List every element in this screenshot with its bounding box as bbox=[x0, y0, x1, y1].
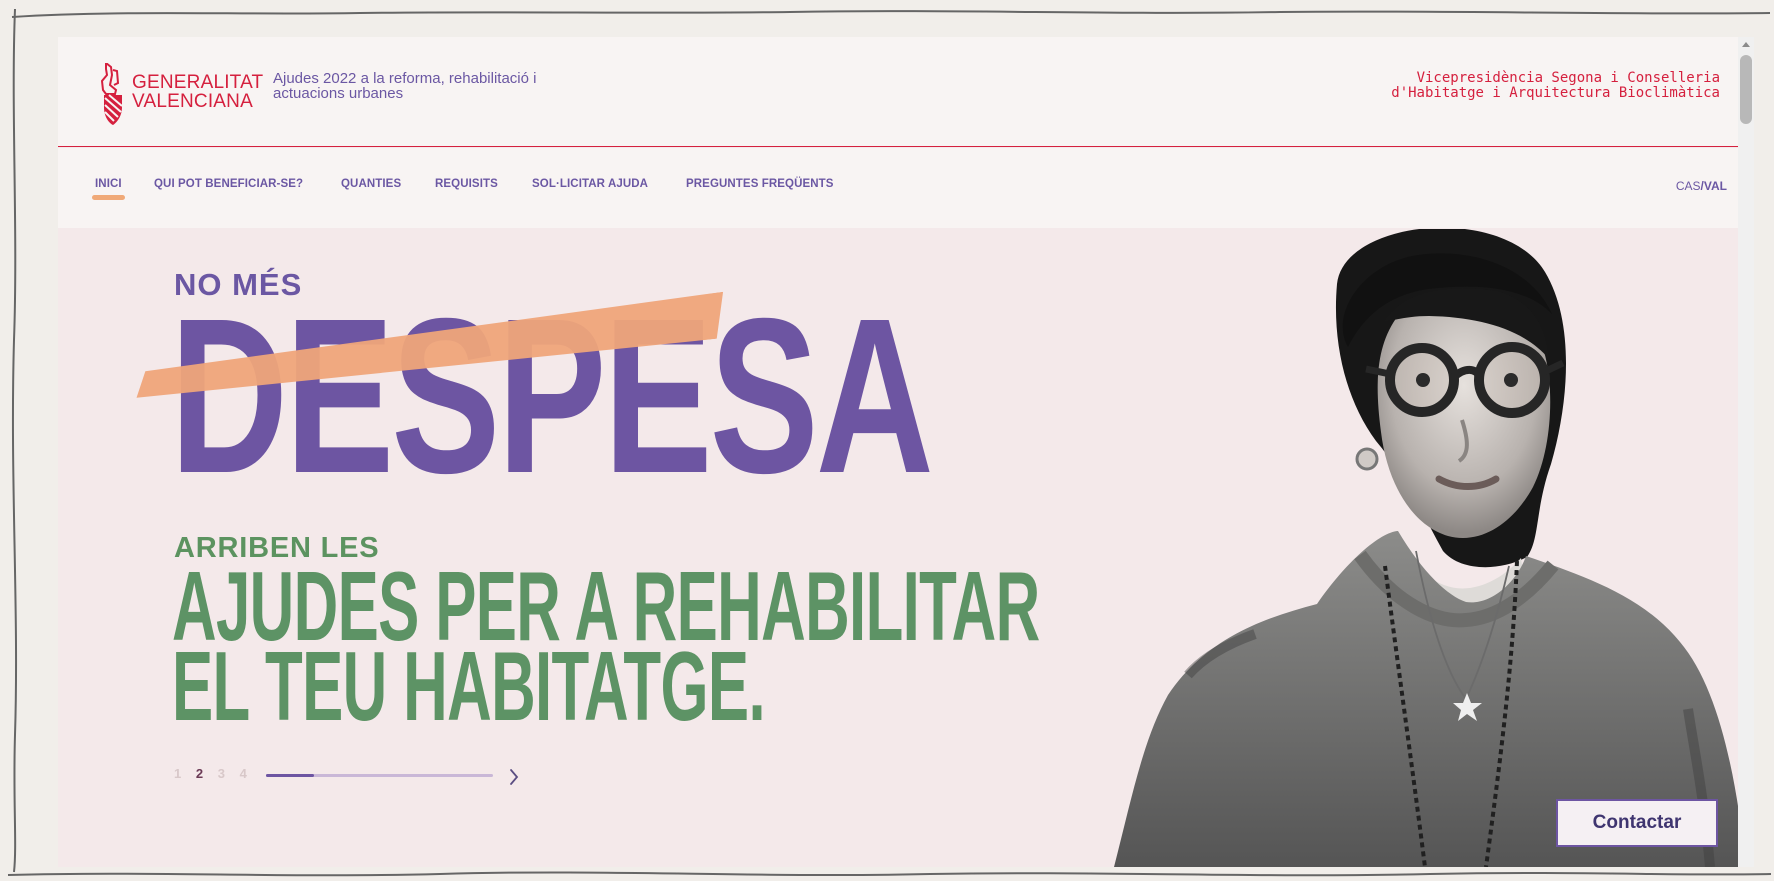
nav-item-inici[interactable]: INICI bbox=[92, 178, 125, 200]
slide-number-2[interactable]: 2 bbox=[196, 766, 203, 781]
slide-progress-track bbox=[266, 774, 493, 777]
logo-line-2: VALENCIANA bbox=[132, 91, 253, 112]
generalitat-logo-text: GENERALITAT VALENCIANA bbox=[132, 73, 263, 111]
generalitat-logo[interactable]: GENERALITAT VALENCIANA bbox=[98, 63, 263, 127]
language-switcher[interactable]: CAS/VAL bbox=[1676, 179, 1727, 193]
scroll-up-arrow-icon[interactable] bbox=[1742, 42, 1750, 47]
generalitat-coat-of-arms-icon bbox=[100, 63, 123, 125]
nav-item-sol-licitar-ajuda[interactable]: SOL·LICITAR AJUDA bbox=[532, 178, 648, 190]
chevron-right-icon[interactable] bbox=[504, 767, 524, 787]
slide-number-1[interactable]: 1 bbox=[174, 766, 181, 781]
woman-portrait-image bbox=[1114, 229, 1746, 867]
logo-line-1: GENERALITAT bbox=[132, 72, 264, 93]
browser-viewport: GENERALITAT VALENCIANA Ajudes 2022 a la … bbox=[58, 37, 1754, 867]
slide-progress-fill bbox=[266, 774, 314, 777]
hero-headline: AJUDES PER A REHABILITAR EL TEU HABITATG… bbox=[172, 557, 1040, 735]
hero-slide: NO MÉS DESPESA ARRIBEN LES AJUDES PER A … bbox=[58, 229, 1754, 867]
main-navigation: INICI QUI POT BENEFICIAR-SE? QUANTIES RE… bbox=[58, 148, 1754, 228]
nav-item-requisits[interactable]: REQUISITS bbox=[435, 178, 498, 190]
language-val[interactable]: VAL bbox=[1704, 179, 1727, 193]
department-name: Vicepresidència Segona i Conselleria d'H… bbox=[1391, 71, 1720, 101]
department-line-2: d'Habitatge i Arquitectura Bioclimàtica bbox=[1391, 85, 1720, 101]
slide-number-4[interactable]: 4 bbox=[240, 766, 247, 781]
program-tagline: Ajudes 2022 a la reforma, rehabilitació … bbox=[273, 70, 537, 102]
slide-pager: 1 2 3 4 bbox=[174, 766, 258, 786]
site-header: GENERALITAT VALENCIANA Ajudes 2022 a la … bbox=[58, 37, 1754, 147]
language-cas[interactable]: CAS bbox=[1676, 179, 1701, 193]
slide-number-3[interactable]: 3 bbox=[218, 766, 225, 781]
contact-button[interactable]: Contactar bbox=[1556, 799, 1718, 847]
vertical-scrollbar[interactable] bbox=[1738, 37, 1754, 867]
nav-item-qui-pot-beneficiar-se[interactable]: QUI POT BENEFICIAR-SE? bbox=[154, 178, 303, 190]
department-line-1: Vicepresidència Segona i Conselleria bbox=[1416, 70, 1720, 86]
scrollbar-thumb[interactable] bbox=[1740, 55, 1752, 124]
nav-item-preguntes-frequents[interactable]: PREGUNTES FREQÜENTS bbox=[686, 178, 834, 190]
nav-item-quanties[interactable]: QUANTIES bbox=[341, 178, 401, 190]
